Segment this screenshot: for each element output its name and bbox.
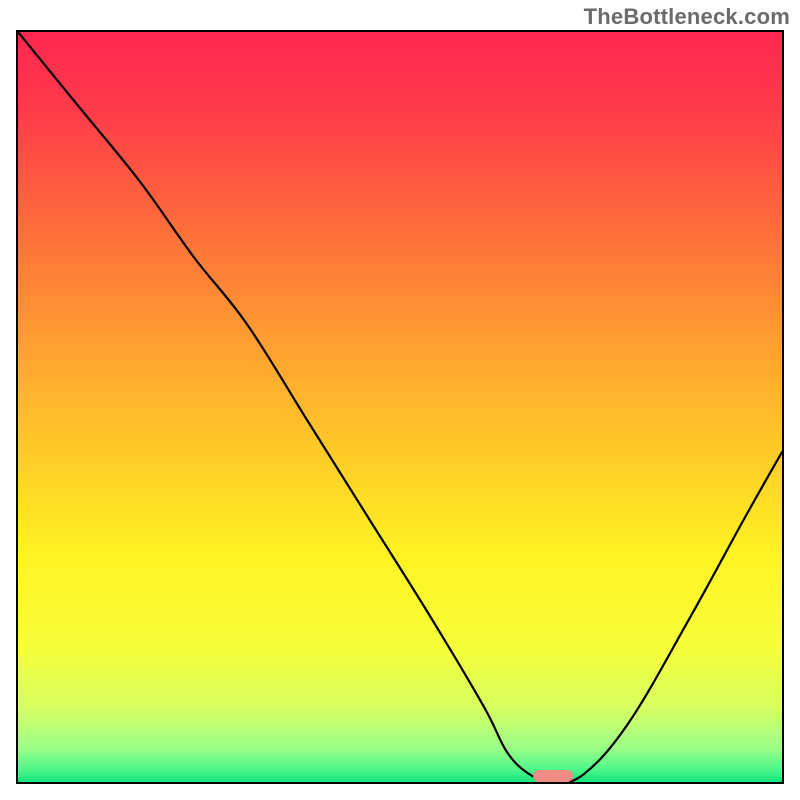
bottleneck-curve — [18, 32, 782, 782]
curve-path — [18, 32, 782, 782]
plot-frame — [16, 30, 784, 784]
chart-root: TheBottleneck.com — [0, 0, 800, 800]
optimal-marker — [533, 770, 573, 782]
watermark-text: TheBottleneck.com — [584, 4, 790, 30]
plot-area — [18, 32, 782, 782]
